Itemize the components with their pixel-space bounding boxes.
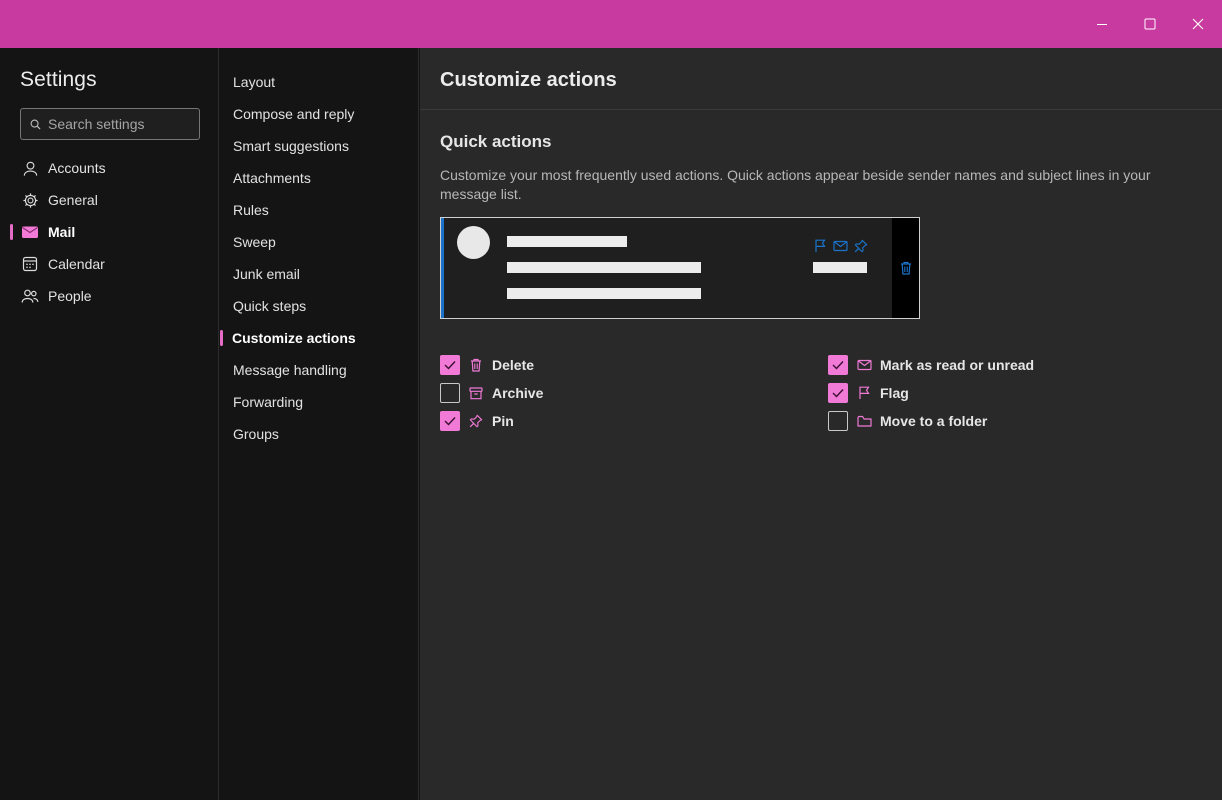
- action-mark-as-read-or-unread[interactable]: Mark as read or unread: [828, 354, 1034, 376]
- archive-icon: [468, 385, 484, 401]
- content-header: Customize actions: [420, 48, 1222, 110]
- sidebar-item-calendar[interactable]: Calendar: [0, 248, 219, 280]
- flag-checkbox[interactable]: [828, 383, 848, 403]
- maximize-button[interactable]: [1128, 2, 1172, 46]
- message-preview: [440, 217, 920, 319]
- sidebar-item-label: Calendar: [48, 256, 105, 272]
- sidebar-item-general[interactable]: General: [0, 184, 219, 216]
- preview-subject-line: [507, 262, 701, 273]
- action-label: Delete: [492, 357, 535, 373]
- subnav-item-rules[interactable]: Rules: [220, 194, 419, 226]
- subnav-item-quick-steps[interactable]: Quick steps: [220, 290, 419, 322]
- settings-content: Customize actions Quick actions Customiz…: [420, 48, 1222, 800]
- preview-sender-line: [507, 236, 627, 247]
- search-box[interactable]: [20, 108, 200, 140]
- subnav-item-forwarding[interactable]: Forwarding: [220, 386, 419, 418]
- subnav-item-attachments[interactable]: Attachments: [220, 162, 419, 194]
- minimize-icon: [1097, 24, 1107, 25]
- action-label: Flag: [880, 385, 909, 401]
- action-archive[interactable]: Archive: [440, 382, 543, 404]
- preview-hover-action: [892, 218, 919, 318]
- pin-icon: [468, 413, 484, 429]
- preview-date-line: [813, 262, 867, 273]
- minimize-button[interactable]: [1080, 2, 1124, 46]
- sidebar-item-label: Accounts: [48, 160, 106, 176]
- subnav-item-compose-and-reply[interactable]: Compose and reply: [220, 98, 419, 130]
- settings-sidebar: Settings Accounts General Mail: [0, 48, 219, 800]
- subnav-item-sweep[interactable]: Sweep: [220, 226, 419, 258]
- section-description: Customize your most frequently used acti…: [440, 167, 1151, 202]
- checkmark-icon: [444, 417, 456, 426]
- page-title: Customize actions: [440, 69, 617, 91]
- pin-icon: [853, 238, 868, 253]
- avatar: [457, 226, 490, 259]
- trash-icon: [901, 261, 911, 275]
- sidebar-item-label: Mail: [48, 224, 76, 240]
- person-icon: [21, 159, 39, 177]
- mark-read-checkbox[interactable]: [828, 355, 848, 375]
- mail-icon: [21, 223, 39, 241]
- people-icon: [21, 287, 39, 305]
- folder-icon: [856, 413, 872, 429]
- preview-quick-actions: [813, 238, 868, 253]
- gear-icon: [21, 191, 39, 209]
- close-icon: [1192, 18, 1204, 30]
- title-bar: [0, 0, 1222, 48]
- search-icon: [30, 119, 41, 130]
- sidebar-item-people[interactable]: People: [0, 280, 219, 312]
- action-pin[interactable]: Pin: [440, 410, 514, 432]
- sidebar-item-accounts[interactable]: Accounts: [0, 152, 219, 184]
- close-button[interactable]: [1176, 2, 1220, 46]
- action-move-to-a-folder[interactable]: Move to a folder: [828, 410, 987, 432]
- search-input[interactable]: [48, 116, 188, 132]
- move-folder-checkbox[interactable]: [828, 411, 848, 431]
- mail-icon: [856, 357, 872, 373]
- calendar-icon: [21, 255, 39, 273]
- subnav-item-message-handling[interactable]: Message handling: [220, 354, 419, 386]
- flag-icon: [856, 385, 872, 401]
- delete-checkbox[interactable]: [440, 355, 460, 375]
- category-list: Accounts General Mail Calendar People: [0, 152, 219, 312]
- sidebar-item-mail[interactable]: Mail: [0, 216, 219, 248]
- mail-icon: [833, 238, 848, 253]
- settings-title: Settings: [20, 68, 97, 91]
- maximize-icon: [1144, 18, 1156, 30]
- mail-settings-nav: Layout Compose and reply Smart suggestio…: [220, 48, 419, 800]
- checkmark-icon: [444, 361, 456, 370]
- subnav-item-smart-suggestions[interactable]: Smart suggestions: [220, 130, 419, 162]
- action-delete[interactable]: Delete: [440, 354, 534, 376]
- subnav-item-junk-email[interactable]: Junk email: [220, 258, 419, 290]
- action-label: Move to a folder: [880, 413, 988, 429]
- sidebar-item-label: People: [48, 288, 92, 304]
- subnav-item-groups[interactable]: Groups: [220, 418, 419, 450]
- section-title: Quick actions: [440, 132, 552, 151]
- preview-selection-bar: [441, 218, 444, 318]
- subnav-item-layout[interactable]: Layout: [220, 66, 419, 98]
- action-label: Archive: [492, 385, 544, 401]
- trash-icon: [468, 357, 484, 373]
- subnav-item-customize-actions[interactable]: Customize actions: [220, 322, 419, 354]
- flag-icon: [813, 238, 828, 253]
- pin-checkbox[interactable]: [440, 411, 460, 431]
- archive-checkbox[interactable]: [440, 383, 460, 403]
- action-label: Mark as read or unread: [880, 357, 1035, 373]
- action-label: Pin: [492, 413, 514, 429]
- preview-body-line: [507, 288, 701, 299]
- checkmark-icon: [832, 361, 844, 370]
- action-flag[interactable]: Flag: [828, 382, 909, 404]
- checkmark-icon: [832, 389, 844, 398]
- sidebar-item-label: General: [48, 192, 98, 208]
